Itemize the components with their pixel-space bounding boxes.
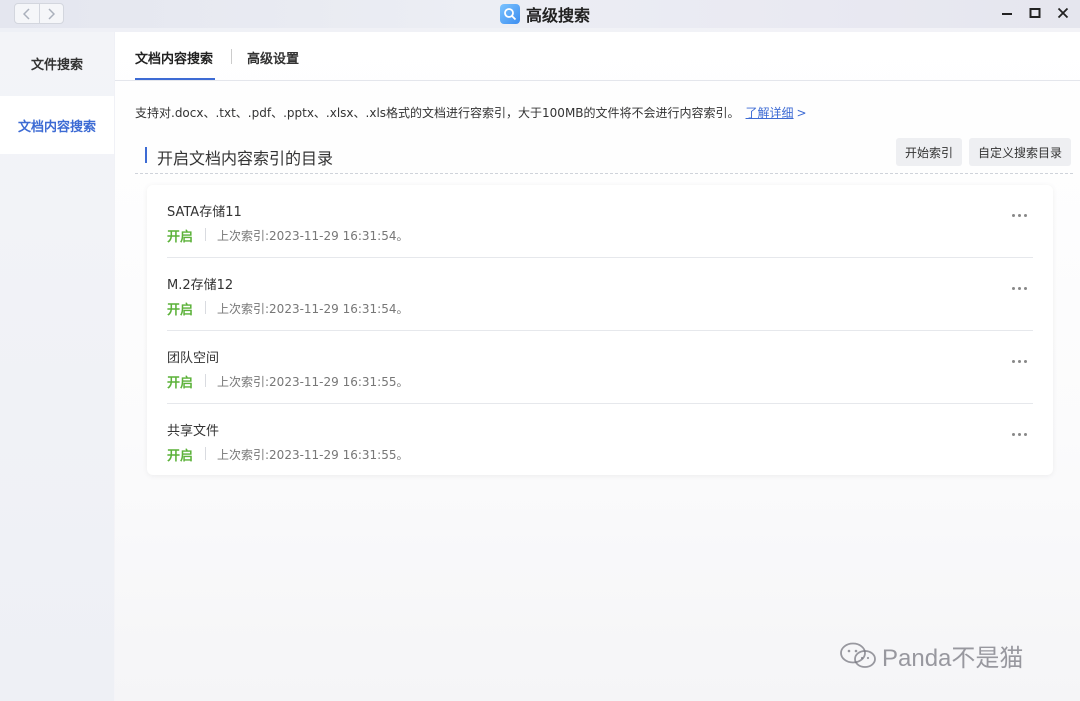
more-dot [1023, 432, 1027, 436]
more-dots-icon [1011, 432, 1015, 436]
section-accent-bar [145, 147, 147, 163]
list-item: M.2存储12 开启 上次索引:2023-11-29 16:31:54。 [167, 258, 1033, 331]
maximize-button[interactable] [1028, 4, 1042, 22]
learn-more-link[interactable]: 了解详细 [746, 106, 794, 120]
search-app-icon [500, 4, 520, 24]
watermark: Panda不是猫 [838, 638, 1023, 673]
close-icon [1057, 7, 1069, 19]
status-badge: 开启 [167, 449, 194, 464]
sidebar-item-content-search[interactable]: 文档内容搜索 [0, 96, 114, 154]
chevron-right-icon [48, 7, 56, 20]
directory-list: SATA存储11 开启 上次索引:2023-11-29 16:31:54。 M.… [147, 185, 1053, 475]
last-index-time: 上次索引:2023-11-29 16:31:55。 [217, 448, 409, 462]
chevron-left-icon [22, 7, 30, 20]
list-item: 团队空间 开启 上次索引:2023-11-29 16:31:55。 [167, 331, 1033, 404]
divider [205, 447, 206, 460]
more-dots-icon [1011, 359, 1015, 363]
tab-advanced-settings[interactable]: 高级设置 [247, 48, 299, 67]
last-index-time: 上次索引:2023-11-29 16:31:54。 [217, 229, 409, 243]
divider [205, 374, 206, 387]
wechat-icon [840, 642, 876, 668]
section-title: 开启文档内容索引的目录 [157, 149, 334, 168]
start-index-label: 开始索引 [905, 145, 954, 160]
minimize-button[interactable] [1000, 4, 1014, 22]
more-dots-icon [1011, 213, 1015, 217]
minimize-icon [1002, 13, 1012, 15]
watermark-text: Panda不是猫 [882, 645, 1024, 672]
last-index-time: 上次索引:2023-11-29 16:31:55。 [217, 375, 409, 389]
more-options-button[interactable] [1007, 278, 1031, 298]
start-index-button[interactable]: 开始索引 [896, 138, 963, 166]
title-bar: 高级搜索 [0, 0, 1080, 28]
directory-name: 团队空间 [167, 351, 220, 366]
status-badge: 开启 [167, 230, 194, 245]
sidebar-item-file-search[interactable]: 文件搜索 [0, 34, 114, 92]
sidebar: 文件搜索 文档内容搜索 [0, 32, 114, 701]
chevron-right-icon: > [796, 106, 807, 120]
divider [205, 228, 206, 241]
list-item: 共享文件 开启 上次索引:2023-11-29 16:31:55。 [167, 404, 1033, 477]
directory-name: SATA存储11 [167, 205, 242, 220]
more-dot [1017, 359, 1021, 363]
window-controls [1000, 4, 1070, 22]
more-options-button[interactable] [1007, 424, 1031, 444]
sidebar-item-label: 文件搜索 [30, 57, 83, 73]
list-item: SATA存储11 开启 上次索引:2023-11-29 16:31:54。 [167, 185, 1033, 258]
more-options-button[interactable] [1007, 351, 1031, 371]
directory-name: M.2存储12 [167, 278, 234, 293]
tab-content-search[interactable]: 文档内容搜索 [135, 48, 213, 67]
tab-bar: 文档内容搜索 高级设置 [115, 32, 1080, 81]
main-panel: 文档内容搜索 高级设置 支持对.docx、.txt、.pdf、.pptx、.xl… [115, 32, 1080, 701]
directory-name: 共享文件 [167, 424, 220, 439]
last-index-time: 上次索引:2023-11-29 16:31:54。 [217, 302, 409, 316]
info-text-line: 支持对.docx、.txt、.pdf、.pptx、.xlsx、.xls格式的文档… [135, 104, 807, 121]
nav-buttons [14, 3, 64, 24]
more-dot [1017, 286, 1021, 290]
sidebar-item-label: 文档内容搜索 [17, 119, 96, 135]
maximize-icon [1029, 8, 1041, 18]
more-dots-icon [1011, 286, 1015, 290]
divider [205, 301, 206, 314]
tab-divider [231, 49, 232, 64]
more-dot [1017, 432, 1021, 436]
close-button[interactable] [1056, 4, 1070, 22]
section-header: 开启文档内容索引的目录 开始索引 自定义搜索目录 [135, 136, 1073, 174]
custom-search-dir-button[interactable]: 自定义搜索目录 [969, 138, 1072, 166]
status-badge: 开启 [167, 303, 194, 318]
custom-search-dir-label: 自定义搜索目录 [978, 145, 1063, 160]
back-button[interactable] [15, 4, 39, 23]
more-dot [1023, 359, 1027, 363]
forward-button[interactable] [38, 4, 64, 23]
active-tab-indicator [135, 78, 215, 80]
status-badge: 开启 [167, 376, 194, 391]
info-text: 支持对.docx、.txt、.pdf、.pptx、.xlsx、.xls格式的文档… [135, 106, 740, 120]
window-title-text: 高级搜索 [526, 6, 591, 25]
more-dot [1023, 213, 1027, 217]
more-dot [1017, 213, 1021, 217]
more-dot [1023, 286, 1027, 290]
more-options-button[interactable] [1007, 205, 1031, 225]
window-title: 高级搜索 [500, 3, 590, 25]
